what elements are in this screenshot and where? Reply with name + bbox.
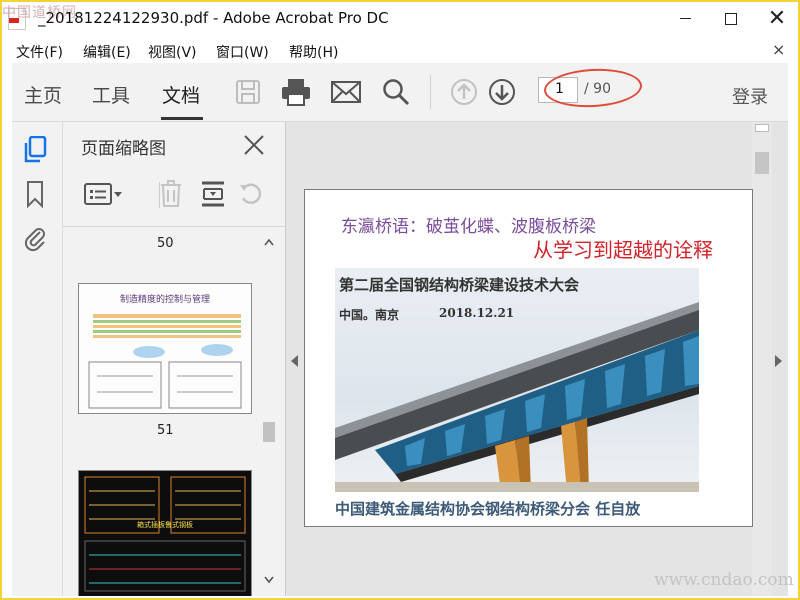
chevron-down-icon xyxy=(264,576,274,584)
find-button[interactable] xyxy=(380,76,412,108)
save-icon xyxy=(236,80,260,104)
thumbnail-graphic: 制造精度的控制与管理 xyxy=(79,284,251,413)
tab-tools[interactable]: 工具 xyxy=(92,81,130,108)
main-toolbar: 主页 工具 文档 1 / 90 登录 xyxy=(12,63,788,122)
menu-bar: 文件(F) 编辑(E) 视图(V) 窗口(W) 帮助(H) × xyxy=(0,37,800,63)
sign-in-link[interactable]: 登录 xyxy=(732,83,768,109)
options-menu-icon xyxy=(84,183,122,205)
print-button[interactable] xyxy=(280,76,312,108)
thumbnails-scroll-up[interactable] xyxy=(261,234,277,250)
rotate-page-button[interactable] xyxy=(235,178,267,210)
triangle-left-icon xyxy=(291,355,298,367)
minimize-button[interactable] xyxy=(662,0,708,37)
thumbnail-graphic: 箱式插板鲁式钢板 xyxy=(79,471,251,596)
page-thumbnails-button[interactable] xyxy=(22,136,48,164)
pdf-page: 东瀛桥语：破茧化蝶、波腹板桥梁 从学习到超越的诠释 第二届全国钢结构桥梁建设技术… xyxy=(304,189,753,527)
thumbnail-page-label: 50 xyxy=(157,236,174,251)
collapse-left-pane-button[interactable] xyxy=(291,352,299,371)
slide-subtitle: 从学习到超越的诠释 xyxy=(533,238,713,262)
document-scrollbar-thumb[interactable] xyxy=(755,152,769,174)
printer-icon xyxy=(282,79,310,106)
thumbnails-panel: 页面缩略图 50 制造精度的控制与管理 51 箱式插板鲁式钢板 xyxy=(63,122,286,596)
insert-page-button[interactable] xyxy=(197,178,229,210)
bridge-illustration xyxy=(335,302,699,492)
thumbnail-caption: 制造精度的控制与管理 xyxy=(120,293,210,305)
thumbnails-scroll-down[interactable] xyxy=(261,572,277,588)
minimize-icon xyxy=(679,18,691,19)
save-button[interactable] xyxy=(232,76,264,108)
site-watermark-bottom: www.cndao.com xyxy=(654,570,794,590)
insert-page-icon xyxy=(202,181,224,207)
tab-document[interactable]: 文档 xyxy=(162,81,200,108)
page-thumbnails-icon xyxy=(24,136,47,163)
close-icon: ✕ xyxy=(767,6,787,31)
next-page-button[interactable] xyxy=(486,76,518,108)
panel-title: 页面缩略图 xyxy=(81,139,166,159)
close-document-button[interactable]: × xyxy=(772,40,785,59)
close-window-button[interactable]: ✕ xyxy=(754,0,800,37)
attachments-button[interactable] xyxy=(22,224,48,252)
active-tab-indicator xyxy=(161,117,203,120)
tab-home[interactable]: 主页 xyxy=(24,81,62,108)
menu-help[interactable]: 帮助(H) xyxy=(289,42,338,62)
scrollbar-top-button[interactable] xyxy=(755,124,769,132)
close-icon xyxy=(244,135,264,155)
conference-place: 中国。南京 xyxy=(339,308,400,322)
close-panel-button[interactable] xyxy=(239,130,269,160)
navigation-rail xyxy=(12,122,63,596)
title-bar: 中国道桥网 _20181224122930.pdf - Adobe Acroba… xyxy=(0,0,800,37)
arrow-down-circle-icon xyxy=(489,79,515,105)
arrow-up-circle-icon xyxy=(451,79,477,105)
panel-divider xyxy=(63,226,285,227)
maximize-button[interactable] xyxy=(708,0,754,37)
expand-right-pane-button[interactable] xyxy=(775,352,783,371)
chevron-up-icon xyxy=(264,238,274,246)
page-number-input[interactable]: 1 xyxy=(538,77,578,103)
previous-page-button[interactable] xyxy=(448,76,480,108)
menu-view[interactable]: 视图(V) xyxy=(148,42,197,62)
trash-icon xyxy=(161,180,181,207)
search-icon xyxy=(383,79,410,106)
document-scrollbar[interactable] xyxy=(752,122,772,596)
toolbar-separator xyxy=(430,75,431,109)
thumbnail-options-button[interactable] xyxy=(83,178,125,210)
bookmark-icon xyxy=(27,181,43,208)
bookmarks-button[interactable] xyxy=(22,180,48,208)
slide-author: 中国建筑金属结构协会钢结构桥梁分会 任自放 xyxy=(335,500,641,518)
maximize-icon xyxy=(725,12,737,25)
conference-date: 2018.12.21 xyxy=(439,306,515,320)
menu-window[interactable]: 窗口(W) xyxy=(216,42,269,62)
menu-edit[interactable]: 编辑(E) xyxy=(83,42,131,62)
thumbnails-scrollbar-thumb[interactable] xyxy=(263,422,275,442)
menu-file[interactable]: 文件(F) xyxy=(16,42,63,62)
paperclip-icon xyxy=(24,228,45,252)
window-title: _20181224122930.pdf - Adobe Acrobat Pro … xyxy=(38,9,389,27)
thumbnail-caption: 箱式插板鲁式钢板 xyxy=(137,520,193,529)
thumbnail-page-label: 51 xyxy=(157,423,174,438)
triangle-right-icon xyxy=(775,355,782,367)
page-total: / 90 xyxy=(584,81,611,97)
page-thumbnail[interactable]: 箱式插板鲁式钢板 xyxy=(78,470,252,596)
conference-title: 第二届全国钢结构桥梁建设技术大会 xyxy=(339,276,580,294)
page-thumbnail[interactable]: 制造精度的控制与管理 xyxy=(78,283,252,414)
delete-page-button[interactable] xyxy=(155,178,187,210)
email-button[interactable] xyxy=(330,76,362,108)
mail-icon xyxy=(331,81,361,103)
bridge-photo: 第二届全国钢结构桥梁建设技术大会 中国。南京 2018.12.21 xyxy=(335,268,699,492)
rotate-icon xyxy=(240,183,262,205)
